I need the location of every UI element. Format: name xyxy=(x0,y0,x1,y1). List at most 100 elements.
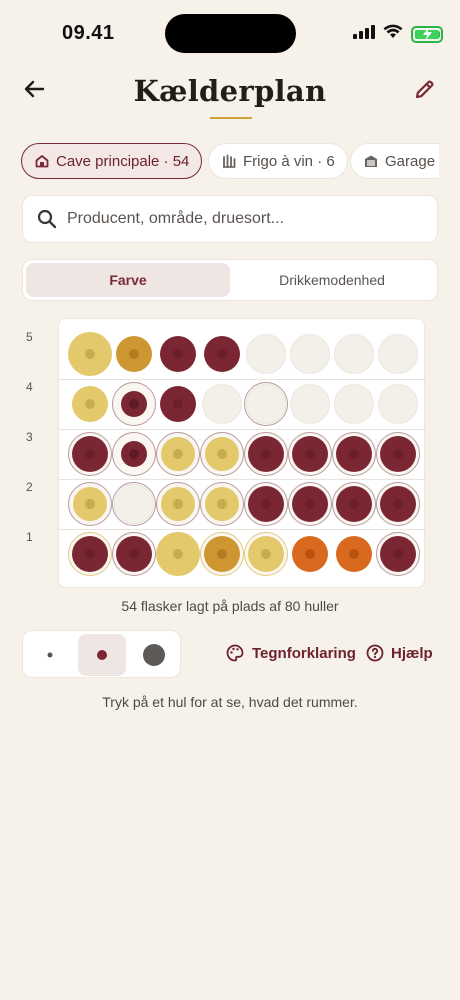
bottle-dot xyxy=(173,549,183,559)
help-button[interactable]: Hjælp xyxy=(366,644,433,662)
empty-slot xyxy=(334,334,374,374)
row-divider xyxy=(59,429,426,430)
bottle-hole[interactable] xyxy=(288,482,332,526)
bottle-hole[interactable] xyxy=(288,382,332,426)
title-underline xyxy=(210,117,252,119)
bottle-hole[interactable] xyxy=(376,482,420,526)
legend-button[interactable]: Tegnforklaring xyxy=(226,644,356,662)
bottle-hole[interactable] xyxy=(112,482,156,526)
bottle-hole[interactable] xyxy=(244,332,288,376)
empty-slot xyxy=(334,384,374,424)
help-circle-icon xyxy=(366,644,384,662)
bottle-hole[interactable] xyxy=(244,382,288,426)
chip-label: Cave principale · 54 xyxy=(56,152,190,170)
bottle-hole[interactable] xyxy=(288,332,332,376)
bottle-hole[interactable] xyxy=(376,432,420,476)
bottle-dot xyxy=(173,449,183,459)
page-title: Kælderplan xyxy=(133,74,327,108)
bottle-hole[interactable] xyxy=(244,532,288,576)
row-label: 3 xyxy=(26,430,33,444)
bottle-hole[interactable] xyxy=(332,432,376,476)
bottle-hole[interactable] xyxy=(200,482,244,526)
size-small-button[interactable] xyxy=(26,634,74,676)
bottle-dot xyxy=(393,449,403,459)
bottle-hole[interactable] xyxy=(156,532,200,576)
bottle-hole[interactable] xyxy=(112,332,156,376)
tab-drikkemodenhed[interactable]: Drikkemodenhed xyxy=(230,263,434,297)
bottle-hole[interactable] xyxy=(112,432,156,476)
row-label: 2 xyxy=(26,480,33,494)
dot-small-icon xyxy=(47,652,53,658)
bottle-dot xyxy=(349,449,359,459)
bottle-hole[interactable] xyxy=(68,382,112,426)
bottle-hole[interactable] xyxy=(156,332,200,376)
status-time: 09.41 xyxy=(62,22,115,44)
empty-slot xyxy=(246,334,286,374)
bottle-hole[interactable] xyxy=(376,332,420,376)
bottle-hole[interactable] xyxy=(332,482,376,526)
bottle-hole[interactable] xyxy=(332,332,376,376)
bottle-hole[interactable] xyxy=(244,432,288,476)
bottle-dot xyxy=(261,549,271,559)
bottle-hole[interactable] xyxy=(200,432,244,476)
empty-slot xyxy=(378,384,418,424)
wifi-icon xyxy=(383,24,403,44)
row-divider xyxy=(59,379,426,380)
view-segmented-control: Farve Drikkemodenhed xyxy=(22,259,438,301)
bottle-hole[interactable] xyxy=(200,532,244,576)
chip-frigo-a-vin[interactable]: Frigo à vin · 6 xyxy=(208,143,348,179)
palette-icon xyxy=(226,644,244,662)
bottle-dot xyxy=(173,399,183,409)
bottle-hole[interactable] xyxy=(288,532,332,576)
bottle-dot xyxy=(349,499,359,509)
bottle-dot xyxy=(85,399,95,409)
bottle-hole[interactable] xyxy=(200,332,244,376)
row-divider xyxy=(59,529,426,530)
row-divider xyxy=(59,479,426,480)
location-chips: Cave principale · 54 Frigo à vin · 6 Gar… xyxy=(21,143,439,179)
chip-label: Frigo à vin · 6 xyxy=(243,152,335,170)
bottle-hole[interactable] xyxy=(156,482,200,526)
bottle-dot xyxy=(393,549,403,559)
bottle-hole[interactable] xyxy=(68,482,112,526)
bottle-hole[interactable] xyxy=(244,482,288,526)
chip-cave-principale[interactable]: Cave principale · 54 xyxy=(21,143,203,179)
help-label: Hjælp xyxy=(391,644,433,662)
edit-button[interactable] xyxy=(410,74,440,104)
bottle-hole[interactable] xyxy=(376,532,420,576)
placement-count: 54 flasker lagt på plads af 80 huller xyxy=(121,598,339,614)
bottle-hole[interactable] xyxy=(68,332,112,376)
status-bar: 09.41 xyxy=(0,0,460,66)
size-medium-button[interactable] xyxy=(78,634,126,676)
bottle-hole[interactable] xyxy=(376,382,420,426)
chip-garage[interactable]: Garage · xyxy=(350,143,439,179)
bottle-hole[interactable] xyxy=(288,432,332,476)
bottle-hole[interactable] xyxy=(332,382,376,426)
bottle-hole[interactable] xyxy=(200,382,244,426)
tab-farve[interactable]: Farve xyxy=(26,263,230,297)
bottle-hole[interactable] xyxy=(68,532,112,576)
bottle-hole[interactable] xyxy=(112,382,156,426)
size-large-button[interactable] xyxy=(130,634,178,676)
row-label: 5 xyxy=(26,330,33,344)
bottle-dot xyxy=(129,399,139,409)
bottle-dot xyxy=(129,549,139,559)
search-input[interactable] xyxy=(67,210,407,228)
garage-icon xyxy=(364,154,378,168)
bottle-dot xyxy=(85,349,95,359)
bottle-dot xyxy=(217,549,227,559)
dot-large-icon xyxy=(143,644,165,666)
legend-label: Tegnforklaring xyxy=(252,644,356,662)
bottle-hole[interactable] xyxy=(332,532,376,576)
hint-text: Tryk på et hul for at se, hvad det rumme… xyxy=(102,694,358,710)
bottle-hole[interactable] xyxy=(112,532,156,576)
house-icon xyxy=(35,154,49,168)
search-bar[interactable] xyxy=(22,195,438,243)
bottle-hole[interactable] xyxy=(68,432,112,476)
hole-size-selector xyxy=(22,630,181,678)
empty-slot xyxy=(114,484,154,524)
bottle-dot xyxy=(85,549,95,559)
bottle-hole[interactable] xyxy=(156,432,200,476)
bottle-hole[interactable] xyxy=(156,382,200,426)
battery-charging-icon xyxy=(411,25,443,43)
